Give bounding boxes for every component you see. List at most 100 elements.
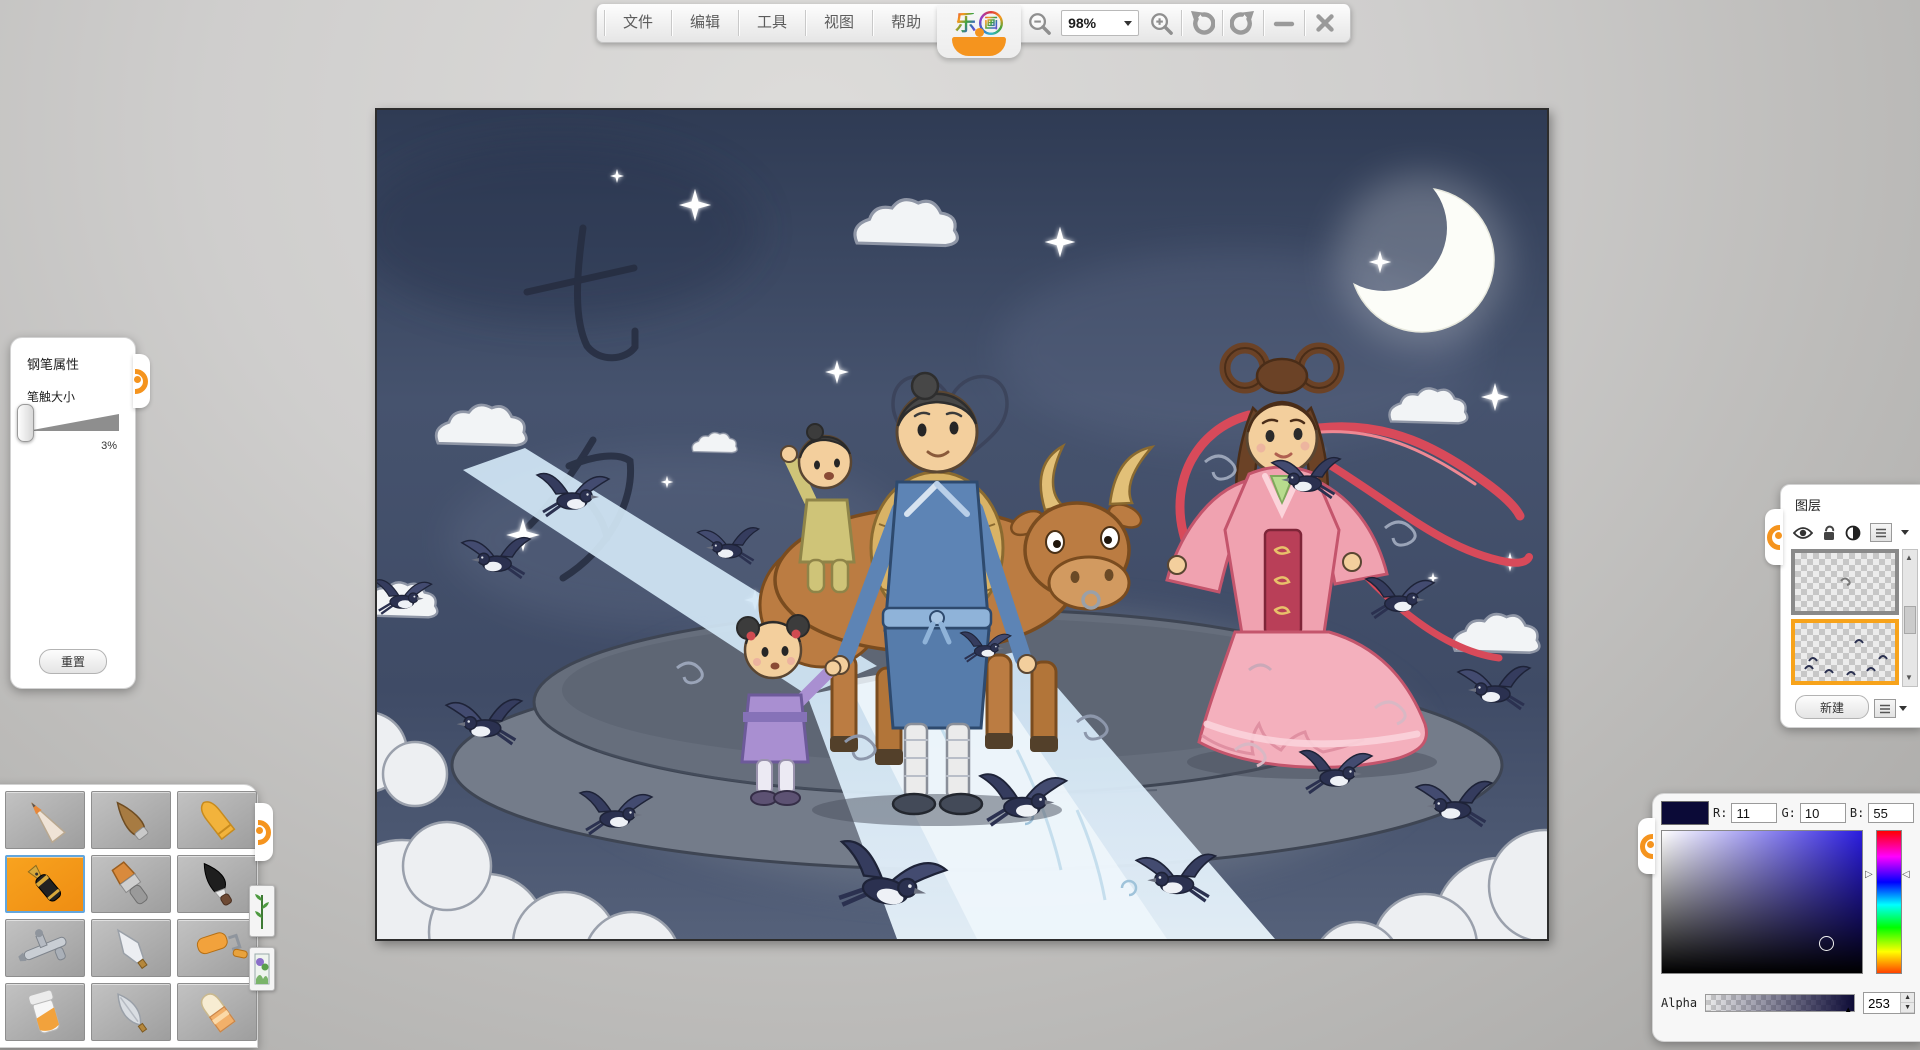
saturation-value-picker[interactable]: [1661, 830, 1863, 974]
tool-pencil[interactable]: [5, 791, 85, 849]
toolbar-separator: [872, 10, 873, 36]
visibility-eye-icon[interactable]: [1793, 526, 1813, 540]
layers-panel-title: 图层: [1795, 495, 1821, 514]
tool-fountain-pen-selected[interactable]: [5, 855, 85, 913]
layer-item-2-active[interactable]: [1791, 619, 1899, 685]
tool-ink-brush[interactable]: [177, 855, 257, 913]
layer-item-1[interactable]: [1791, 549, 1899, 615]
app-window: 文件 编辑 工具 视图 帮助 乐 画 98%: [0, 0, 1920, 1050]
layer-2-content: [1795, 623, 1895, 681]
menu-help[interactable]: 帮助: [874, 8, 938, 38]
tool-crayon[interactable]: [177, 791, 257, 849]
g-label: G:: [1781, 806, 1795, 820]
brush-size-slider-handle[interactable]: [17, 404, 34, 442]
magnifier-minus-icon: [1027, 11, 1052, 36]
scrollbar-thumb[interactable]: [1904, 606, 1916, 634]
tool-palette-panel: [0, 784, 258, 1048]
g-value-input[interactable]: [1800, 803, 1846, 823]
menu-file[interactable]: 文件: [606, 8, 670, 38]
toolbar-separator: [738, 10, 739, 36]
texture-plant-button[interactable]: [249, 885, 275, 937]
layer-list-scrollbar[interactable]: ▲ ▼: [1902, 549, 1918, 687]
pattern-thumbnail-icon: [254, 953, 270, 985]
handle-dot-icon: [1775, 532, 1782, 539]
eraser-icon: [182, 988, 252, 1036]
color-picker-panel: R: G: B: ▷ ◁ Alpha ▲ ▲ ▼: [1652, 793, 1920, 1042]
zoom-level-dropdown[interactable]: 98%: [1061, 10, 1139, 36]
new-layer-button[interactable]: 新建: [1795, 695, 1869, 719]
logo-nose-icon: [975, 28, 984, 37]
tool-airbrush[interactable]: [5, 919, 85, 977]
hue-marker-left-icon[interactable]: ▷: [1865, 870, 1873, 880]
chevron-down-icon[interactable]: [1901, 530, 1909, 535]
rgb-row: R: G: B:: [1661, 801, 1914, 825]
tool-eraser[interactable]: [177, 983, 257, 1041]
layers-panel: 图层: [1780, 484, 1920, 728]
alpha-marker-icon[interactable]: ▲: [1844, 1006, 1852, 1014]
chevron-down-icon: [1899, 706, 1907, 711]
blend-contrast-icon[interactable]: [1845, 525, 1861, 541]
undo-button[interactable]: [1183, 7, 1221, 39]
toolbar-separator: [805, 10, 806, 36]
drawing-canvas[interactable]: [375, 108, 1549, 941]
close-button[interactable]: [1306, 7, 1344, 39]
tool-leaf-knife[interactable]: [91, 983, 171, 1041]
app-logo: 乐 画: [941, 5, 1017, 41]
texture-pattern-button[interactable]: [249, 947, 275, 991]
alpha-label: Alpha: [1661, 996, 1697, 1010]
leaf-knife-icon: [96, 988, 166, 1036]
menu-view[interactable]: 视图: [807, 8, 871, 38]
r-value-input[interactable]: [1731, 803, 1777, 823]
brush-size-value: 3%: [101, 440, 117, 452]
fountain-pen-icon: [10, 860, 80, 908]
toolbar-separator: [1181, 10, 1182, 36]
spin-down-icon[interactable]: ▼: [1901, 1003, 1914, 1013]
menu-edit[interactable]: 编辑: [673, 8, 737, 38]
color-cursor[interactable]: [1819, 936, 1834, 951]
menu-tools[interactable]: 工具: [740, 8, 804, 38]
layer-1-content: [1795, 553, 1895, 611]
spin-up-icon[interactable]: ▲: [1901, 993, 1914, 1003]
undo-icon: [1189, 10, 1215, 36]
layer-list-menu-button[interactable]: [1874, 699, 1907, 718]
pen-panel-grab-handle[interactable]: [133, 354, 150, 408]
brush-size-label: 笔触大小: [27, 388, 75, 405]
color-panel-grab-handle[interactable]: [1638, 818, 1655, 874]
magnifier-plus-icon: [1149, 11, 1174, 36]
handle-dot-icon: [134, 376, 141, 383]
layer-options-button[interactable]: [1870, 523, 1892, 542]
alpha-row: Alpha ▲ ▲ ▼: [1661, 992, 1915, 1014]
paste-jar-icon: [10, 988, 80, 1036]
zoom-in-button[interactable]: [1142, 7, 1180, 39]
scroll-down-icon[interactable]: ▼: [1903, 672, 1915, 684]
handle-dot-icon: [256, 827, 263, 834]
minimize-icon: [1273, 12, 1295, 34]
plant-icon: [254, 891, 270, 931]
brush-size-slider-track[interactable]: [27, 414, 119, 431]
tool-palette-knife[interactable]: [91, 919, 171, 977]
pencil-icon: [10, 796, 80, 844]
reset-button[interactable]: 重置: [39, 649, 107, 674]
close-icon: [1314, 12, 1336, 34]
b-value-input[interactable]: [1868, 803, 1914, 823]
hue-marker-right-icon[interactable]: ◁: [1902, 870, 1910, 880]
tool-paint-roller[interactable]: [177, 919, 257, 977]
palette-knife-icon: [96, 924, 166, 972]
tool-paste-jar[interactable]: [5, 983, 85, 1041]
layers-panel-grab-handle[interactable]: [1765, 509, 1783, 565]
unlock-icon[interactable]: [1822, 525, 1836, 541]
alpha-slider[interactable]: ▲: [1705, 994, 1855, 1012]
alpha-value-input[interactable]: [1864, 995, 1900, 1012]
hue-slider[interactable]: [1876, 830, 1902, 974]
list-icon: [1875, 528, 1887, 538]
scroll-up-icon[interactable]: ▲: [1903, 552, 1915, 564]
ink-brush-icon: [182, 860, 252, 908]
pen-properties-panel: 钢笔属性 笔触大小 3% 重置: [10, 337, 136, 689]
tool-flat-brush[interactable]: [91, 855, 171, 913]
tool-wood-pen[interactable]: [91, 791, 171, 849]
logo-character-hua: 画: [984, 16, 998, 30]
redo-button[interactable]: [1224, 7, 1262, 39]
tool-palette-grab-handle[interactable]: [255, 803, 273, 861]
minimize-button[interactable]: [1265, 7, 1303, 39]
zoom-out-button[interactable]: [1020, 7, 1058, 39]
